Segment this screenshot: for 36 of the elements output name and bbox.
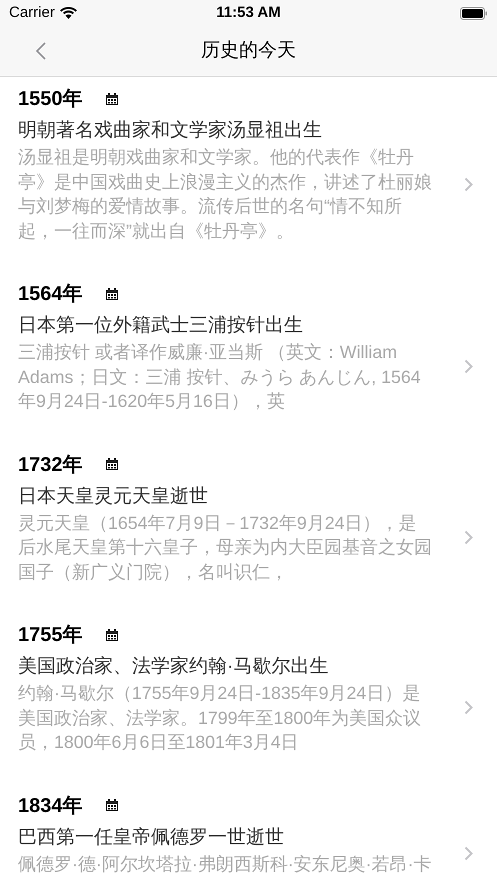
event-title: 日本第一位外籍武士三浦按针出生: [18, 314, 304, 338]
calendar-icon: [104, 628, 118, 642]
event-row[interactable]: 1834年 巴西第一任皇帝佩德罗一世逝世 佩德罗·德·阿尔坎塔拉·弗朗西斯科·安东尼奥·若昂·卡: [0, 784, 497, 883]
event-row[interactable]: 1755年 美国政治家、法学家约翰·马歇尔出生 约翰·马歇尔（1755年9月24日-1835年9月24日）是美国政治家、法学家。1799年至1800年为美国众议员，1800年6月6日至1801年3月4日: [0, 613, 497, 784]
battery-icon: [460, 6, 488, 20]
event-row[interactable]: 1564年 日本第一位外籍武士三浦按针出生 三浦按针 或者译作威廉·亚当斯 （英文：William Adams；日文：三浦 按针、みうら あんじん, 1564年9月24日-1620年5月16日），英: [0, 272, 497, 442]
event-title: 明朝著名戏曲家和文学家汤显祖出生: [18, 119, 323, 143]
chevron-right-icon: [464, 359, 473, 374]
event-row[interactable]: 1550年 明朝著名戏曲家和文学家汤显祖出生 汤显祖是明朝戏曲家和文学家。他的代表作《牡丹亭》是中国戏曲史上浪漫主义的杰作，讲述了杜丽娘与刘梦梅的爱情故事。流传后世的名句“情不知所起，一往而深”就出自《牡丹亭》。: [0, 77, 497, 272]
chevron-right-icon: [464, 530, 473, 545]
event-description: 灵元天皇（1654年7月9日－1732年9月24日），是后水尾天皇第十六皇子，母亲为内大臣园基音之女园国子（新广义门院），名叫识仁，: [18, 512, 432, 584]
calendar-icon: [104, 288, 118, 300]
chevron-right-icon: [464, 846, 473, 862]
event-description: 佩德罗·德·阿尔坎塔拉·弗朗西斯科·安东尼奥·若昂·卡: [18, 852, 432, 876]
screen-title: 历史的今天: [201, 38, 296, 63]
calendar-icon: [104, 458, 118, 471]
event-row[interactable]: 1732年 日本天皇灵元天皇逝世 灵元天皇（1654年7月9日－1732年9月24日），是后水尾天皇第十六皇子，母亲为内大臣园基音之女园国子（新广义门院），名叫识仁，: [0, 442, 497, 613]
calendar-icon: [104, 799, 118, 812]
chevron-right-icon: [464, 176, 473, 192]
event-year: 1564年: [18, 282, 82, 307]
calendar-icon: [104, 92, 118, 106]
event-year: 1755年: [18, 623, 82, 648]
event-description: 三浦按针 或者译作威廉·亚当斯 （英文：William Adams；日文：三浦 按针、みうら あんじん, 1564年9月24日-1620年5月16日），英: [18, 341, 422, 413]
event-description: 约翰·马歇尔（1755年9月24日-1835年9月24日）是美国政治家、法学家。1799年至1800年为美国众议员，1800年6月6日至1801年3月4日: [18, 682, 422, 754]
back-chevron-icon: [35, 41, 47, 61]
event-year: 1834年: [18, 794, 82, 818]
event-year: 1732年: [18, 452, 82, 478]
event-year: 1550年: [18, 87, 82, 112]
event-title: 巴西第一任皇帝佩德罗一世逝世: [18, 826, 285, 850]
event-title: 美国政治家、法学家约翰·马歇尔出生: [18, 654, 330, 679]
status-time: 11:53 AM: [216, 2, 281, 23]
event-title: 日本天皇灵元天皇逝世: [18, 484, 209, 508]
wifi-icon: [60, 7, 77, 19]
carrier-label: Carrier: [9, 2, 55, 23]
chevron-right-icon: [464, 700, 473, 716]
event-description: 汤显祖是明朝戏曲家和文学家。他的代表作《牡丹亭》是中国戏曲史上浪漫主义的杰作，讲述了杜丽娘与刘梦梅的爱情故事。流传后世的名句“情不知所起，一往而深”就出自《牡丹亭》。: [18, 146, 432, 242]
